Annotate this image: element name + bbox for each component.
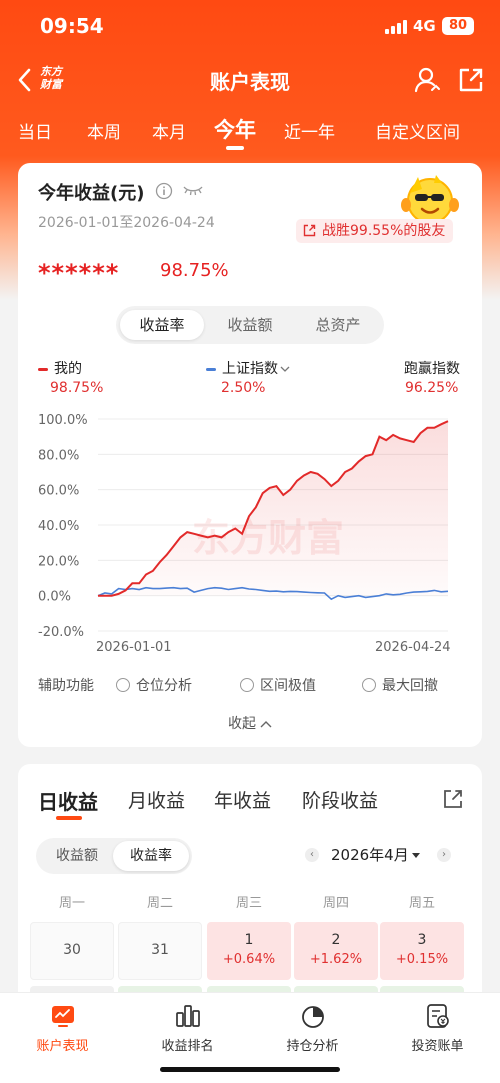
calendar-day[interactable]: 31 bbox=[118, 922, 202, 980]
legend-outperform-value: 96.25% bbox=[405, 380, 459, 396]
bottom-tab-holdings[interactable]: 持仓分析 bbox=[250, 993, 375, 1063]
tab-week[interactable]: 本周 bbox=[87, 118, 121, 143]
export-icon[interactable] bbox=[442, 788, 464, 810]
mode-rate[interactable]: 收益率 bbox=[113, 841, 189, 871]
tab-stage[interactable]: 阶段收益 bbox=[302, 786, 378, 813]
daily-returns-card: 日收益 月收益 年收益 阶段收益 收益额 收益率 ‹ 2026年4月 › 周一 … bbox=[18, 764, 482, 1004]
bottom-tab-bar: 账户表现 收益排名 持仓分析 投资账单 bbox=[0, 992, 500, 1083]
legend-mine: 我的 98.75% bbox=[38, 358, 103, 396]
calendar-day[interactable]: 2 +1.62% bbox=[294, 922, 378, 980]
beat-text: 战胜99.55%的股友 bbox=[322, 223, 446, 239]
active-tab-indicator bbox=[56, 816, 82, 820]
chevron-up-icon bbox=[260, 721, 272, 728]
weekday-label: 周四 bbox=[322, 896, 349, 911]
prev-month-button[interactable]: ‹ bbox=[305, 848, 319, 862]
user-icon[interactable] bbox=[413, 66, 441, 94]
chevron-down-icon bbox=[280, 366, 290, 372]
y-tick-label: 20.0% bbox=[38, 554, 79, 569]
metric-switch: 收益率 收益额 总资产 bbox=[116, 306, 384, 344]
x-tick-start: 2026-01-01 bbox=[96, 640, 172, 655]
calendar-day[interactable]: 30 bbox=[30, 922, 114, 980]
weekday-label: 周一 bbox=[58, 896, 85, 911]
legend-index[interactable]: 上证指数 2.50% bbox=[206, 358, 290, 396]
tab-yearly[interactable]: 年收益 bbox=[214, 786, 271, 813]
legend-index-swatch bbox=[206, 367, 216, 371]
period-tabs: 当日 本周 本月 今年 近一年 自定义区间 bbox=[0, 112, 500, 156]
caret-down-icon bbox=[411, 853, 420, 858]
summary-card: 今年收益(元) 2026-01-01至2026-04-24 战胜99.55%的股… bbox=[18, 163, 482, 747]
y-tick-label: 100.0% bbox=[38, 413, 88, 428]
tab-daily[interactable]: 日收益 bbox=[38, 786, 98, 815]
bottom-tab-statement[interactable]: 投资账单 bbox=[375, 993, 500, 1063]
bill-icon bbox=[427, 1004, 449, 1028]
metric-total-assets[interactable]: 总资产 bbox=[296, 310, 380, 340]
network-type: 4G bbox=[413, 17, 436, 35]
tab-custom-range[interactable]: 自定义区间 bbox=[375, 118, 460, 143]
y-tick-label: 40.0% bbox=[38, 519, 79, 534]
bottom-tab-ranking[interactable]: 收益排名 bbox=[125, 993, 250, 1063]
pie-chart-icon bbox=[302, 1006, 324, 1028]
radio-icon bbox=[240, 678, 254, 692]
performance-icon bbox=[52, 1006, 74, 1027]
aux-option-position[interactable]: 仓位分析 bbox=[116, 675, 192, 695]
tab-month[interactable]: 本月 bbox=[152, 118, 186, 143]
legend-outperform-label: 跑赢指数 bbox=[404, 361, 460, 377]
bottom-tab-performance[interactable]: 账户表现 bbox=[0, 993, 125, 1063]
tab-today[interactable]: 当日 bbox=[18, 118, 52, 143]
calendar-day[interactable]: 3 +0.15% bbox=[380, 922, 464, 980]
legend-index-value: 2.50% bbox=[221, 380, 266, 396]
legend-mine-label: 我的 bbox=[54, 361, 82, 377]
legend-outperform: 跑赢指数 96.25% bbox=[404, 358, 460, 396]
weekday-label: 周二 bbox=[146, 896, 173, 911]
collapse-button[interactable]: 收起 bbox=[18, 713, 482, 733]
external-link-icon bbox=[303, 224, 316, 237]
hidden-amount: ****** bbox=[38, 259, 120, 287]
aux-option-drawdown[interactable]: 最大回撤 bbox=[362, 675, 438, 695]
value-mode-switch: 收益额 收益率 bbox=[36, 838, 192, 874]
status-bar: 09:54 4G 80 bbox=[0, 0, 500, 56]
battery-icon: 80 bbox=[442, 17, 474, 35]
signal-icon bbox=[385, 20, 407, 34]
legend-index-label: 上证指数 bbox=[222, 361, 278, 377]
tab-last-year[interactable]: 近一年 bbox=[284, 118, 335, 143]
beat-badge[interactable]: 战胜99.55%的股友 bbox=[296, 219, 454, 243]
calendar-day[interactable]: 1 +0.64% bbox=[207, 922, 291, 980]
y-tick-label: 80.0% bbox=[38, 448, 79, 463]
metric-return-amount[interactable]: 收益额 bbox=[208, 310, 292, 340]
tab-year[interactable]: 今年 bbox=[214, 114, 256, 144]
weekday-label: 周五 bbox=[408, 896, 435, 911]
home-indicator bbox=[160, 1067, 340, 1072]
date-range: 2026-01-01至2026-04-24 bbox=[38, 215, 215, 231]
x-tick-end: 2026-04-24 bbox=[375, 640, 451, 655]
metric-return-rate[interactable]: 收益率 bbox=[120, 310, 204, 340]
y-tick-label: -20.0% bbox=[38, 625, 84, 640]
return-chart[interactable]: 100.0%80.0%60.0%40.0%20.0%0.0%-20.0% 东方财… bbox=[18, 403, 482, 663]
aux-option-extremes[interactable]: 区间极值 bbox=[240, 675, 316, 695]
summary-title: 今年收益(元) bbox=[38, 183, 145, 204]
tab-monthly[interactable]: 月收益 bbox=[128, 786, 185, 813]
eye-closed-icon[interactable] bbox=[182, 183, 204, 197]
export-icon[interactable] bbox=[457, 66, 485, 94]
bar-chart-icon bbox=[176, 1005, 200, 1027]
y-tick-label: 0.0% bbox=[38, 590, 71, 605]
mode-amount[interactable]: 收益额 bbox=[39, 841, 115, 871]
legend-mine-value: 98.75% bbox=[50, 380, 104, 396]
radio-icon bbox=[116, 678, 130, 692]
radio-icon bbox=[362, 678, 376, 692]
next-month-button[interactable]: › bbox=[437, 848, 451, 862]
weekday-label: 周三 bbox=[235, 896, 262, 911]
y-tick-label: 60.0% bbox=[38, 484, 79, 499]
active-tab-indicator bbox=[226, 146, 244, 150]
return-percent: 98.75% bbox=[160, 260, 229, 281]
info-icon[interactable] bbox=[155, 182, 173, 200]
aux-label: 辅助功能 bbox=[38, 678, 94, 694]
status-time: 09:54 bbox=[40, 14, 104, 38]
legend-mine-swatch bbox=[38, 367, 48, 371]
month-selector[interactable]: 2026年4月 bbox=[331, 844, 420, 865]
mine-area bbox=[98, 421, 448, 596]
nav-bar: 东方 财富 账户表现 bbox=[0, 56, 500, 104]
